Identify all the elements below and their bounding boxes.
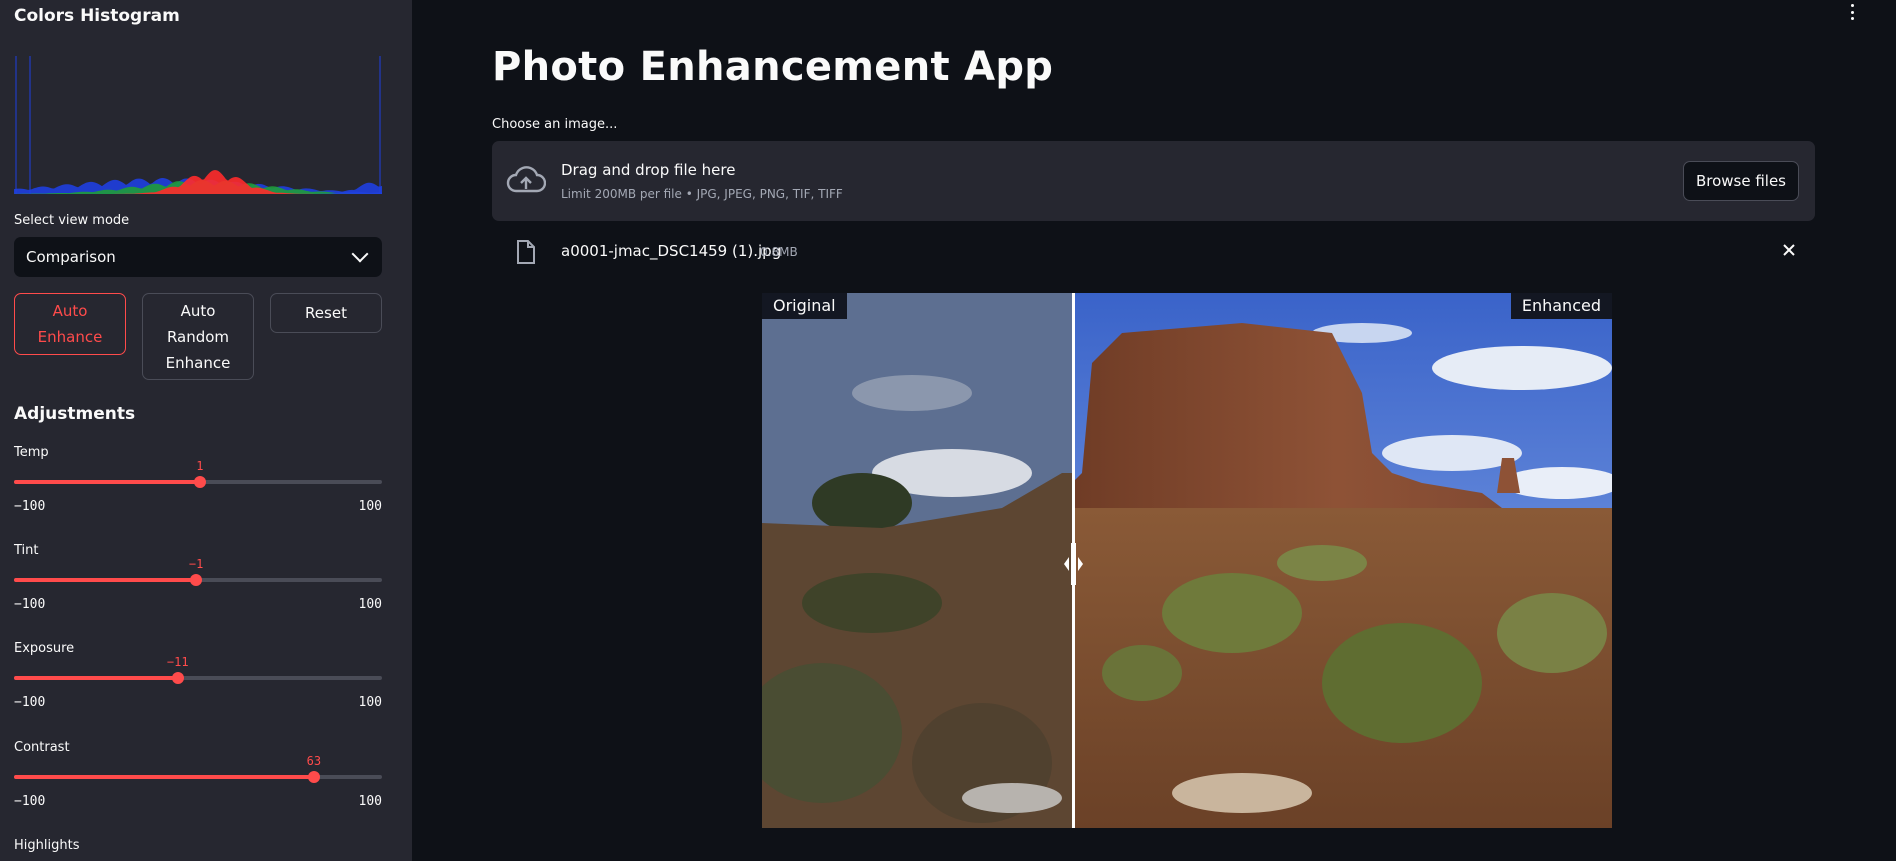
page-title: Photo Enhancement App bbox=[492, 44, 1054, 90]
file-dropzone[interactable]: Drag and drop file here Limit 200MB per … bbox=[492, 141, 1815, 221]
cloud-upload-icon bbox=[506, 163, 547, 197]
slider-min: −100 bbox=[14, 597, 46, 612]
view-mode-value: Comparison bbox=[26, 248, 116, 266]
original-label: Original bbox=[762, 293, 847, 319]
enhanced-label: Enhanced bbox=[1510, 293, 1612, 319]
reset-button[interactable]: Reset bbox=[270, 293, 382, 333]
slider-exposure-label: Exposure bbox=[14, 641, 75, 656]
sidebar: Colors Histogram Select view mode Compar… bbox=[0, 0, 412, 861]
slider-exposure-value: −11 bbox=[166, 655, 189, 669]
slider-contrast[interactable]: Contrast 63 −100 100 bbox=[14, 740, 382, 830]
uploader-label: Choose an image... bbox=[492, 117, 618, 132]
slider-max: 100 bbox=[358, 499, 382, 514]
split-handle-icon[interactable] bbox=[1064, 543, 1084, 585]
slider-thumb[interactable] bbox=[171, 672, 184, 684]
slider-tint-label: Tint bbox=[14, 543, 39, 558]
image-comparison[interactable]: Original Enhanced bbox=[762, 293, 1612, 828]
slider-min: −100 bbox=[14, 499, 46, 514]
slider-tint-value: −1 bbox=[188, 557, 204, 571]
reset-label: Reset bbox=[305, 304, 347, 322]
color-histogram bbox=[14, 56, 382, 194]
dropzone-title: Drag and drop file here bbox=[561, 161, 736, 179]
file-size: 0.8MB bbox=[760, 245, 798, 259]
auto-random-enhance-button[interactable]: Auto Random Enhance bbox=[142, 293, 254, 380]
slider-fill bbox=[14, 578, 197, 582]
slider-fill bbox=[14, 676, 178, 680]
histogram-plot bbox=[14, 56, 382, 194]
dropzone-limits: Limit 200MB per file • JPG, JPEG, PNG, T… bbox=[561, 187, 843, 201]
landscape-photo bbox=[762, 293, 1612, 828]
slider-thumb[interactable] bbox=[190, 574, 203, 586]
vertical-dots-icon bbox=[1850, 4, 1854, 7]
slider-min: −100 bbox=[14, 695, 46, 710]
slider-max: 100 bbox=[358, 794, 382, 809]
slider-thumb[interactable] bbox=[307, 771, 320, 783]
slider-min: −100 bbox=[14, 794, 46, 809]
slider-max: 100 bbox=[358, 597, 382, 612]
view-mode-label: Select view mode bbox=[14, 213, 130, 228]
auto-enhance-button[interactable]: Auto Enhance bbox=[14, 293, 126, 355]
slider-temp-value: 1 bbox=[196, 459, 204, 473]
slider-fill bbox=[14, 480, 200, 484]
slider-max: 100 bbox=[358, 695, 382, 710]
main-menu-button[interactable] bbox=[1844, 4, 1860, 20]
adjustments-title: Adjustments bbox=[14, 404, 136, 424]
slider-contrast-label: Contrast bbox=[14, 740, 70, 755]
slider-temp[interactable]: Temp 1 −100 100 bbox=[14, 445, 382, 535]
slider-thumb[interactable] bbox=[193, 476, 206, 488]
slider-fill bbox=[14, 775, 314, 779]
close-icon[interactable] bbox=[1781, 242, 1797, 258]
slider-temp-label: Temp bbox=[14, 445, 49, 460]
uploaded-file-row: a0001-jmac_DSC1459 (1).jpg 0.8MB bbox=[492, 234, 1815, 270]
chevron-down-icon bbox=[351, 245, 369, 263]
view-mode-select[interactable]: Comparison bbox=[14, 237, 382, 277]
slider-tint[interactable]: Tint −1 −100 100 bbox=[14, 543, 382, 633]
file-icon bbox=[516, 240, 536, 264]
auto-random-enhance-label: Auto Random Enhance bbox=[165, 301, 231, 372]
slider-contrast-value: 63 bbox=[306, 754, 322, 768]
histogram-title: Colors Histogram bbox=[14, 6, 180, 26]
slider-highlights-label: Highlights bbox=[14, 838, 80, 853]
slider-exposure[interactable]: Exposure −11 −100 100 bbox=[14, 641, 382, 731]
file-name: a0001-jmac_DSC1459 (1).jpg bbox=[561, 242, 782, 260]
auto-enhance-label: Auto Enhance bbox=[37, 302, 103, 346]
browse-files-button[interactable]: Browse files bbox=[1682, 161, 1799, 201]
